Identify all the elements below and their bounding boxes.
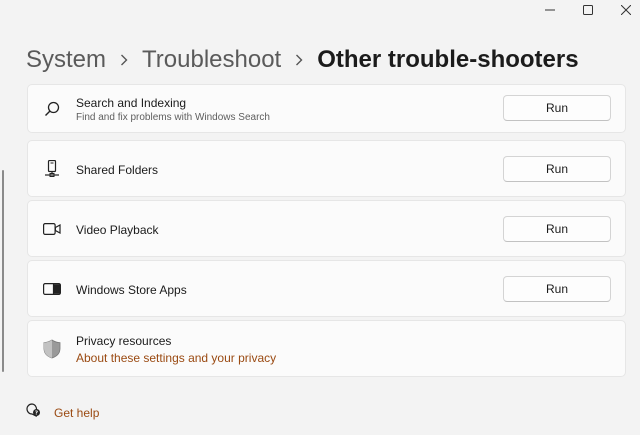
- troubleshooter-title: Shared Folders: [76, 163, 159, 177]
- shield-icon: [42, 339, 62, 359]
- troubleshooter-search-indexing: Search and Indexing Find and fix problem…: [27, 84, 626, 133]
- get-help[interactable]: ? Get help: [26, 403, 99, 422]
- run-search-indexing-button[interactable]: Run: [503, 95, 611, 121]
- breadcrumb-item-troubleshoot[interactable]: Troubleshoot: [142, 46, 281, 74]
- title-bar: [0, 0, 640, 20]
- troubleshooter-title: Windows Store Apps: [76, 283, 187, 297]
- run-shared-folders-button[interactable]: Run: [503, 156, 611, 182]
- troubleshooter-shared-folders: Shared Folders Run: [27, 140, 626, 197]
- minimize-icon[interactable]: [540, 2, 560, 18]
- video-camera-icon: [42, 219, 62, 239]
- privacy-resources-card: Privacy resources About these settings a…: [27, 320, 626, 377]
- troubleshooter-title: Video Playback: [76, 223, 159, 237]
- troubleshooter-title: Search and Indexing: [76, 96, 187, 110]
- search-icon: [42, 99, 62, 119]
- shared-folder-icon: [42, 159, 62, 179]
- store-apps-icon: [42, 279, 62, 299]
- troubleshooter-video-playback: Video Playback Run: [27, 200, 626, 257]
- run-video-playback-button[interactable]: Run: [503, 216, 611, 242]
- chevron-right-icon: [281, 54, 317, 66]
- troubleshooter-description: Find and fix problems with Windows Searc…: [76, 112, 270, 123]
- run-windows-store-apps-button[interactable]: Run: [503, 276, 611, 302]
- scrollbar[interactable]: [2, 170, 4, 372]
- page-title: Other trouble-shooters: [317, 46, 579, 73]
- breadcrumb-item-system[interactable]: System: [26, 46, 106, 74]
- troubleshooter-windows-store-apps: Windows Store Apps Run: [27, 260, 626, 317]
- privacy-link[interactable]: About these settings and your privacy: [76, 351, 276, 365]
- privacy-resources-title: Privacy resources: [76, 334, 172, 348]
- svg-text:?: ?: [35, 410, 38, 416]
- close-icon[interactable]: [616, 2, 636, 18]
- get-help-link[interactable]: Get help: [54, 406, 99, 420]
- breadcrumb: System Troubleshoot Other trouble-shoote…: [26, 42, 579, 78]
- help-chat-icon: ?: [26, 403, 41, 422]
- chevron-right-icon: [106, 54, 142, 66]
- maximize-icon[interactable]: [578, 2, 598, 18]
